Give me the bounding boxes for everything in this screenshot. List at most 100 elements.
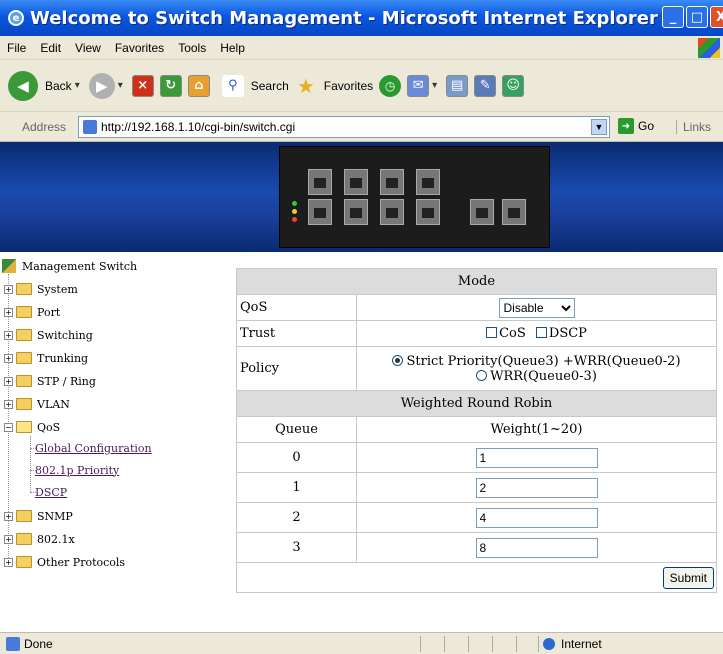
go-button[interactable]: ➜ Go xyxy=(618,118,654,134)
sidebar-item-vlan[interactable]: + VLAN xyxy=(4,396,70,412)
forward-button[interactable]: ▶ ▾ xyxy=(88,72,126,99)
port-10 xyxy=(502,199,526,225)
page-done-icon xyxy=(6,636,20,651)
trust-dscp-label: DSCP xyxy=(548,326,587,341)
refresh-icon: ↻ xyxy=(159,74,182,97)
weight-column-header: Weight(1~20) xyxy=(356,416,717,443)
link-label: DSCP xyxy=(35,485,68,499)
sidebar-item-label: 802.1x xyxy=(37,532,75,546)
folder-icon xyxy=(16,398,32,410)
policy-strict-radio[interactable] xyxy=(392,354,404,366)
address-dropdown-icon[interactable]: ▼ xyxy=(591,119,607,135)
sidebar-item-other-protocols[interactable]: + Other Protocols xyxy=(4,554,125,570)
forward-dropdown-icon[interactable]: ▾ xyxy=(118,80,123,91)
toolbar: ◀ Back ▾ ▶ ▾ × ↻ ⌂ ⚲ Search ★ Favorites … xyxy=(0,60,723,112)
trust-dscp-checkbox[interactable] xyxy=(535,327,547,338)
sidebar-item-port[interactable]: + Port xyxy=(4,304,60,320)
sidebar-item-label: VLAN xyxy=(37,397,70,411)
sidebar-item-label: System xyxy=(37,282,78,296)
menu-tools[interactable]: Tools xyxy=(171,41,213,55)
sidebar-link-8021p-priority[interactable]: 802.1p Priority xyxy=(35,462,119,478)
favorites-button[interactable]: ★ Favorites xyxy=(294,74,373,98)
submit-button[interactable]: Submit xyxy=(662,566,714,589)
edit-button[interactable]: ✎ xyxy=(474,74,497,97)
sidebar-item-snmp[interactable]: + SNMP xyxy=(4,508,73,524)
port-8 xyxy=(416,199,440,225)
expand-icon[interactable]: + xyxy=(4,511,13,521)
expand-icon[interactable]: + xyxy=(4,353,13,363)
close-button[interactable]: X xyxy=(710,6,723,28)
trust-cell: CoS DSCP xyxy=(356,320,717,347)
back-arrow-icon: ◀ xyxy=(8,70,38,101)
back-button[interactable]: ◀ Back ▾ xyxy=(8,70,83,101)
internet-zone-icon xyxy=(543,638,555,650)
port-4 xyxy=(344,199,368,225)
port-5 xyxy=(380,169,404,195)
folder-icon xyxy=(16,510,32,522)
zone-label: Internet xyxy=(561,637,602,651)
weight-input-queue-1[interactable] xyxy=(475,477,598,498)
address-input[interactable]: http://192.168.1.10/cgi-bin/switch.cgi ▼ xyxy=(78,116,610,138)
back-label: Back xyxy=(45,78,72,93)
links-label[interactable]: Links xyxy=(676,120,711,134)
folder-icon xyxy=(16,375,32,387)
expand-icon[interactable]: + xyxy=(4,307,13,317)
expand-icon[interactable]: + xyxy=(4,284,13,294)
sidebar-item-8021x[interactable]: +802.1x xyxy=(4,531,75,547)
port-1 xyxy=(308,169,332,195)
weight-input-queue-2[interactable] xyxy=(475,507,598,528)
expand-icon[interactable]: + xyxy=(4,534,13,544)
trust-cos-checkbox[interactable] xyxy=(486,327,498,338)
mail-button[interactable]: ✉ ▾ xyxy=(407,74,440,97)
policy-label: Policy xyxy=(236,346,357,391)
status-led xyxy=(292,201,297,206)
expand-icon[interactable]: + xyxy=(4,330,13,340)
search-button[interactable]: ⚲ Search xyxy=(221,74,289,97)
qos-label: QoS xyxy=(236,294,357,321)
sidebar-item-system[interactable]: + System xyxy=(4,281,78,297)
minimize-button[interactable]: _ xyxy=(662,6,684,28)
weight-input-queue-0[interactable] xyxy=(475,447,598,468)
sidebar-item-stp-ring[interactable]: + STP / Ring xyxy=(4,373,96,389)
back-dropdown-icon[interactable]: ▾ xyxy=(75,80,80,91)
print-button[interactable]: ▤ xyxy=(446,74,469,97)
sidebar-item-label: QoS xyxy=(37,420,61,434)
weight-cell xyxy=(356,442,717,473)
weight-input-queue-3[interactable] xyxy=(475,537,598,558)
management-icon xyxy=(2,259,16,273)
stop-button[interactable]: × xyxy=(131,74,154,97)
maximize-button[interactable]: □ xyxy=(686,6,708,28)
messenger-button[interactable]: ☺ xyxy=(502,74,525,97)
tree-root[interactable]: Management Switch xyxy=(2,258,137,274)
home-button[interactable]: ⌂ xyxy=(187,74,210,97)
sidebar-item-qos[interactable]: − QoS xyxy=(4,419,60,435)
folder-icon xyxy=(16,283,32,295)
menu-file[interactable]: File xyxy=(0,41,33,55)
expand-icon[interactable]: + xyxy=(4,399,13,409)
menu-favorites[interactable]: Favorites xyxy=(108,41,171,55)
expand-icon[interactable]: + xyxy=(4,376,13,386)
search-icon: ⚲ xyxy=(221,74,244,97)
link-label: Global Configuration xyxy=(35,441,152,455)
sidebar-item-switching[interactable]: + Switching xyxy=(4,327,93,343)
search-label: Search xyxy=(250,78,289,93)
menu-view[interactable]: View xyxy=(68,41,108,55)
edit-icon: ✎ xyxy=(474,74,497,97)
sidebar-link-dscp[interactable]: DSCP xyxy=(35,484,67,500)
policy-wrr-radio[interactable] xyxy=(476,369,488,381)
refresh-button[interactable]: ↻ xyxy=(159,74,182,97)
mail-icon: ✉ xyxy=(407,74,430,97)
sidebar-link-global-configuration[interactable]: Global Configuration xyxy=(35,440,152,456)
history-button[interactable]: ◷ xyxy=(379,74,402,97)
tree-root-label: Management Switch xyxy=(22,259,138,273)
menu-edit[interactable]: Edit xyxy=(33,41,68,55)
folder-icon xyxy=(16,556,32,568)
expand-icon[interactable]: + xyxy=(4,557,13,567)
menu-help[interactable]: Help xyxy=(213,41,252,55)
qos-content: Mode QoS Disable Trust CoS DSCP Policy S… xyxy=(236,252,723,632)
mail-dropdown-icon[interactable]: ▾ xyxy=(432,80,437,91)
qos-select[interactable]: Disable xyxy=(498,297,575,318)
collapse-icon[interactable]: − xyxy=(4,422,13,432)
sidebar-item-trunking[interactable]: + Trunking xyxy=(4,350,88,366)
messenger-icon: ☺ xyxy=(502,74,525,97)
